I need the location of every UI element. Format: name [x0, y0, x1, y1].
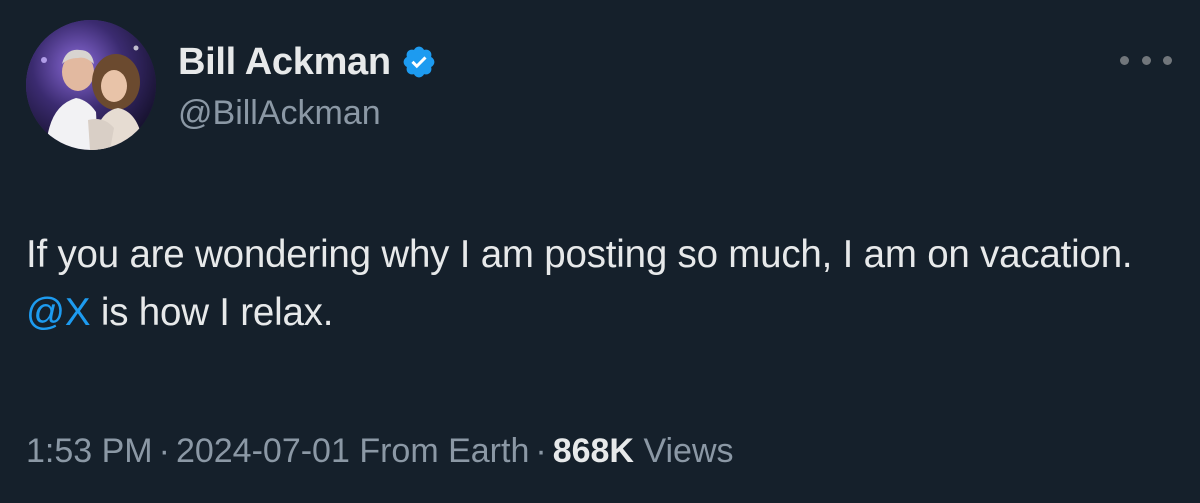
more-options-icon[interactable] — [1120, 50, 1172, 70]
tweet-meta: 1:53 PM · 2024-07-01 From Earth · 868K Views — [26, 432, 734, 471]
meta-separator: · — [535, 432, 547, 470]
tweet-source: From Earth — [359, 432, 530, 470]
views-label[interactable]: Views — [643, 432, 733, 470]
tweet-text: If you are wondering why I am posting so… — [26, 226, 1176, 342]
mention-link[interactable]: @X — [26, 291, 91, 334]
author-display-name[interactable]: Bill Ackman — [178, 41, 391, 84]
avatar-photo — [26, 20, 156, 150]
author-name-row: Bill Ackman — [178, 40, 437, 84]
more-dot — [1141, 55, 1151, 65]
tweet-time[interactable]: 1:53 PM — [26, 432, 153, 470]
avatar[interactable] — [26, 20, 156, 150]
tweet-text-part: is how I relax. — [90, 291, 334, 334]
views-count: 868K — [552, 432, 634, 470]
tweet-date[interactable]: 2024-07-01 — [176, 432, 350, 470]
meta-separator: · — [158, 432, 170, 470]
tweet-card: Bill Ackman @BillAckman If you are wonde… — [0, 0, 1200, 503]
author-handle[interactable]: @BillAckman — [178, 94, 381, 133]
more-dot — [1163, 55, 1172, 65]
more-dot — [1120, 55, 1129, 65]
tweet-text-part: If you are wondering why I am posting so… — [26, 233, 1133, 276]
verified-badge-icon — [403, 46, 435, 78]
